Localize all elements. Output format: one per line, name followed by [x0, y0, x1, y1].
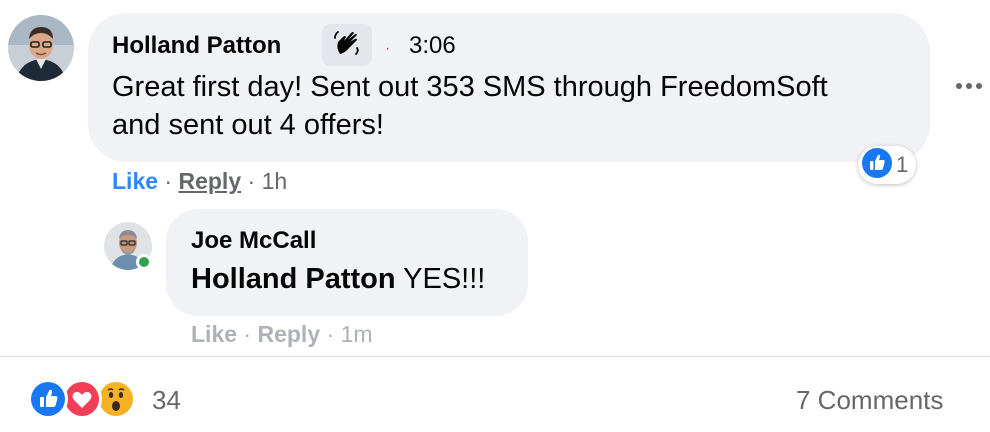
more-options-button[interactable] — [952, 74, 986, 98]
action-separator: · — [243, 321, 258, 347]
comment-actions: Like · Reply · 1h — [112, 168, 287, 195]
mention-link[interactable]: Holland Patton — [191, 263, 396, 295]
like-button[interactable]: Like — [112, 168, 158, 194]
comment-time[interactable]: 3:06 — [409, 32, 456, 60]
action-separator: · — [326, 321, 341, 347]
like-reaction-icon — [862, 147, 892, 183]
action-separator: · — [164, 168, 179, 194]
comment-age[interactable]: 1h — [262, 168, 288, 194]
avatar-holland-patton[interactable] — [8, 15, 74, 81]
more-dot-icon — [966, 83, 972, 89]
wow-icon — [96, 379, 136, 419]
separator-dot: · — [385, 40, 391, 57]
reply-button[interactable]: Reply — [178, 168, 241, 194]
footer-divider — [0, 356, 990, 357]
more-dot-icon — [956, 83, 962, 89]
action-separator: · — [247, 168, 262, 194]
reply-actions: Like · Reply · 1m — [191, 321, 373, 348]
reply-reply-button[interactable]: Reply — [257, 321, 320, 347]
reply-message: YES!!! — [395, 263, 486, 295]
reply-text: Holland Patton YES!!! — [191, 260, 485, 298]
comment-text: Great first day! Sent out 353 SMS throug… — [112, 71, 828, 141]
reply-age[interactable]: 1m — [341, 321, 373, 347]
group-badge[interactable] — [322, 24, 372, 66]
comment-author-name[interactable]: Holland Patton — [112, 32, 281, 60]
comments-count-link[interactable]: 7 Comments — [796, 385, 943, 416]
online-status-indicator — [136, 254, 152, 270]
reaction-total[interactable]: 34 — [152, 385, 181, 416]
waving-hand-icon — [332, 28, 362, 63]
more-dot-icon — [976, 83, 982, 89]
like-icon — [28, 379, 68, 419]
comment-reaction-count[interactable]: 1 — [858, 146, 917, 184]
post-reactions-summary[interactable] — [28, 379, 148, 419]
reply-like-button[interactable]: Like — [191, 321, 237, 347]
love-icon — [62, 379, 102, 419]
reply-author-name[interactable]: Joe McCall — [191, 227, 316, 255]
reaction-count-number: 1 — [896, 152, 909, 177]
